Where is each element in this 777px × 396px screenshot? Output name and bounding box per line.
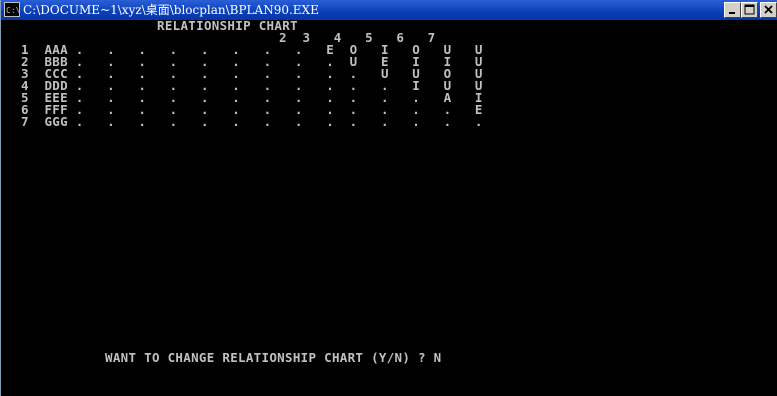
- change-chart-prompt: WANT TO CHANGE RELATIONSHIP CHART (Y/N) …: [105, 350, 442, 365]
- minimize-icon: [729, 12, 735, 14]
- console-icon[interactable]: C:\: [4, 2, 20, 17]
- chart-row-7: 7 GGG . . . . . . . . . . . . . .: [21, 114, 483, 129]
- svg-text:C:\: C:\: [6, 6, 19, 15]
- close-icon: [764, 5, 773, 14]
- console-window: C:\ C:\DOCUME~1\xyz\桌面\blocplan\BPLAN90.…: [0, 0, 777, 396]
- maximize-icon: [744, 4, 755, 15]
- chart-title: RELATIONSHIP CHART: [157, 18, 298, 33]
- title-bar[interactable]: C:\ C:\DOCUME~1\xyz\桌面\blocplan\BPLAN90.…: [1, 0, 777, 20]
- close-button[interactable]: [760, 2, 777, 18]
- maximize-button[interactable]: [741, 2, 758, 18]
- minimize-button[interactable]: [724, 2, 741, 18]
- window-title: C:\DOCUME~1\xyz\桌面\blocplan\BPLAN90.EXE: [23, 3, 319, 17]
- console-output[interactable]: RELATIONSHIP CHART 2 3 4 5 6 7 1 AAA . .…: [1, 18, 777, 396]
